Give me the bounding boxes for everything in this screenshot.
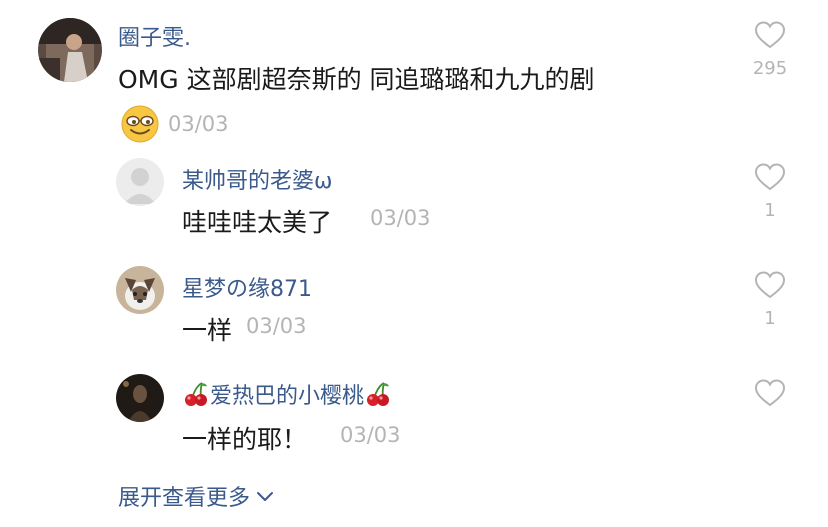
show-more-button[interactable]: 展开查看更多 [118,480,274,512]
comment-date: 03/03 [168,112,229,136]
reply-username[interactable]: 某帅哥的老婆ω [182,163,332,195]
reply-date: 03/03 [246,314,307,338]
avatar[interactable] [116,266,164,314]
like-button[interactable] [750,270,790,300]
heart-icon [754,21,786,49]
comment-username[interactable]: 圈子雯. [118,20,191,52]
comment-text: OMG 这部剧超奈斯的 同追璐璐和九九的剧 [118,65,595,94]
cherry-icon [364,380,392,408]
reply-text: 一样的耶！ [182,425,308,454]
avatar[interactable] [38,18,102,82]
like-button[interactable] [750,162,790,192]
reply-username[interactable]: 星梦の缘871 [182,271,312,303]
like-button[interactable] [750,20,790,50]
reply-date: 03/03 [340,423,401,447]
cherry-icon [182,380,210,408]
avatar[interactable] [116,374,164,422]
chevron-down-icon [257,492,274,501]
reply-date: 03/03 [370,206,431,230]
avatar[interactable] [116,158,164,206]
like-count: 1 [764,308,776,329]
show-more-label: 展开查看更多 [118,486,251,511]
reply-username-text: 爱热巴的小樱桃 [210,384,365,409]
heart-icon [754,379,786,407]
reply-text: 一样 [182,316,233,345]
heart-icon [754,163,786,191]
reply-username[interactable]: 爱热巴的小樱桃 [182,378,392,410]
like-count: 1 [764,200,776,221]
heart-icon [754,271,786,299]
smiling-sunglasses-emoji-icon [120,104,160,144]
like-button[interactable] [750,378,790,408]
reply-text: 哇哇哇太美了 [182,208,333,237]
comment-thread: 圈子雯. OMG 这部剧超奈斯的 同追璐璐和九九的剧 03/03 295 某帅哥… [0,0,828,527]
like-count: 295 [752,58,788,79]
